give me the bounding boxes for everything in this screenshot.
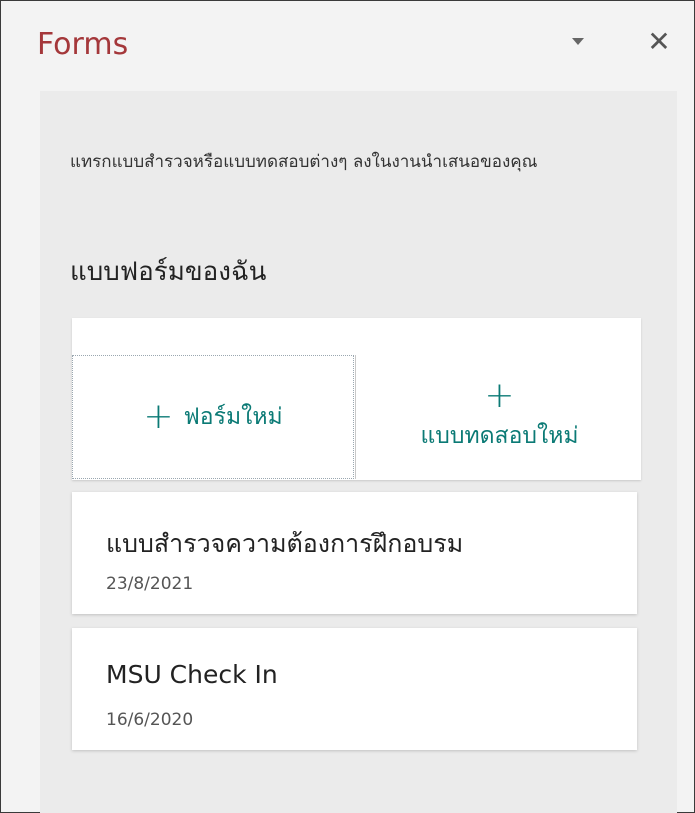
plus-icon: + [484, 375, 515, 416]
create-new-box: + ฟอร์มใหม่ + แบบทดสอบใหม่ [72, 318, 641, 480]
divider [355, 355, 356, 479]
form-name: MSU Check In [106, 660, 278, 689]
new-quiz-button[interactable]: + แบบทดสอบใหม่ [358, 352, 641, 480]
pane-content: แทรกแบบสำรวจหรือแบบทดสอบต่างๆ ลงในงานนำเ… [40, 91, 677, 813]
close-icon: ✕ [647, 25, 671, 58]
pane-title: Forms [37, 27, 129, 62]
new-form-label: ฟอร์มใหม่ [183, 404, 283, 430]
form-date: 16/6/2020 [106, 710, 194, 730]
plus-icon: + [143, 396, 174, 437]
new-quiz-label: แบบทดสอบใหม่ [420, 423, 579, 449]
chevron-down-icon [572, 37, 584, 45]
form-date: 23/8/2021 [106, 574, 194, 594]
close-button[interactable]: ✕ [642, 23, 676, 61]
pane-header: Forms ✕ [1, 1, 694, 91]
form-name: แบบสำรวจความต้องการฝึกอบรม [106, 529, 464, 558]
my-forms-heading: แบบฟอร์มของฉัน [70, 257, 267, 287]
new-form-button[interactable]: + ฟอร์มใหม่ [72, 355, 354, 479]
form-card[interactable]: แบบสำรวจความต้องการฝึกอบรม 23/8/2021 [72, 492, 637, 614]
task-pane-options-button[interactable] [562, 25, 594, 57]
forms-pane: Forms ✕ แทรกแบบสำรวจหรือแบบทดสอบต่างๆ ลง… [0, 0, 695, 813]
form-card[interactable]: MSU Check In 16/6/2020 [72, 628, 637, 750]
intro-text: แทรกแบบสำรวจหรือแบบทดสอบต่างๆ ลงในงานนำเ… [70, 152, 538, 172]
